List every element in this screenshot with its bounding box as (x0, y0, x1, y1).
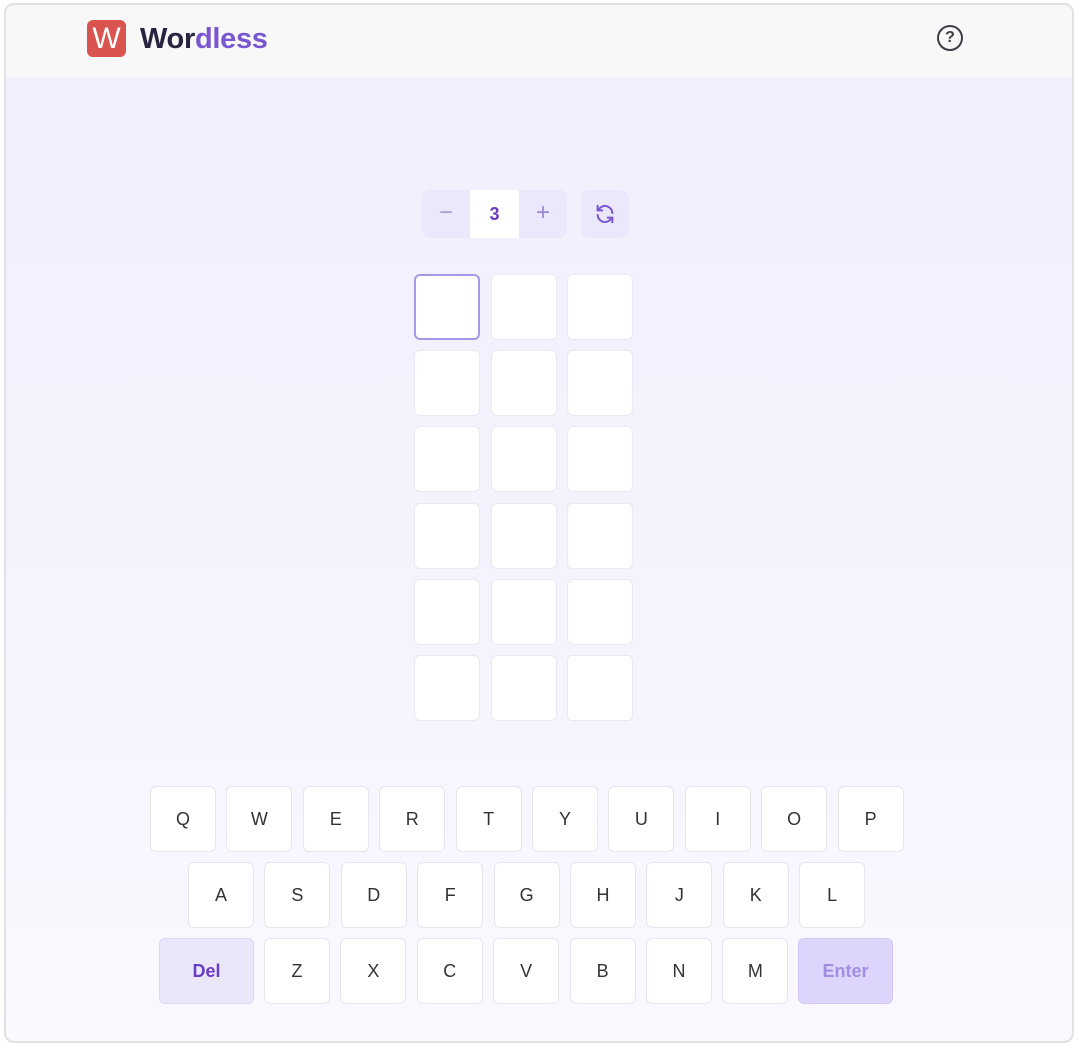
enter-key[interactable]: Enter (798, 938, 893, 1004)
key-o[interactable]: O (761, 786, 828, 852)
key-a[interactable]: A (188, 862, 254, 928)
board-tile[interactable] (414, 350, 480, 417)
decrease-length-button[interactable]: − (422, 190, 470, 238)
key-d[interactable]: D (340, 862, 407, 928)
board-tile[interactable] (414, 502, 480, 569)
app-title-part2: dless (194, 23, 268, 55)
key-t[interactable]: T (455, 786, 522, 852)
board-tile[interactable] (490, 426, 557, 493)
key-g[interactable]: G (493, 862, 560, 928)
board-tile[interactable] (490, 655, 557, 721)
key-e[interactable]: E (302, 786, 369, 852)
board-tile[interactable] (414, 274, 480, 340)
key-l[interactable]: L (799, 862, 866, 928)
reset-button[interactable] (581, 190, 629, 238)
board-tile[interactable] (567, 655, 633, 721)
board-tile[interactable] (490, 274, 557, 340)
word-length-stepper: − 3 + (422, 190, 567, 238)
app-title: Wordless (140, 20, 268, 58)
board-tile[interactable] (414, 578, 480, 645)
key-m[interactable]: M (722, 938, 789, 1004)
board-tile[interactable] (567, 274, 633, 340)
increase-length-button[interactable]: + (519, 190, 567, 238)
header: W Wordless ? (6, 5, 1072, 77)
question-circle-icon: ? (945, 29, 955, 46)
board-tile[interactable] (414, 655, 480, 721)
help-button[interactable]: ? (937, 25, 963, 51)
key-k[interactable]: K (722, 862, 789, 928)
board-tile[interactable] (567, 502, 633, 569)
key-j[interactable]: J (646, 862, 713, 928)
key-q[interactable]: Q (150, 786, 216, 852)
key-p[interactable]: P (837, 786, 904, 852)
board-tile[interactable] (567, 350, 633, 417)
board-tile[interactable] (490, 350, 557, 417)
delete-key[interactable]: Del (159, 938, 254, 1004)
key-f[interactable]: F (417, 862, 484, 928)
logo-icon: W (87, 20, 126, 57)
key-s[interactable]: S (264, 862, 331, 928)
board-tile[interactable] (567, 426, 633, 493)
board-tile[interactable] (490, 502, 557, 569)
key-n[interactable]: N (646, 938, 712, 1004)
app-title-part1: Wor (140, 23, 195, 55)
board-tile[interactable] (414, 426, 480, 493)
key-h[interactable]: H (570, 862, 636, 928)
key-u[interactable]: U (608, 786, 675, 852)
key-b[interactable]: B (569, 938, 636, 1004)
refresh-icon (596, 204, 614, 224)
board-tile[interactable] (490, 578, 557, 645)
key-w[interactable]: W (226, 786, 293, 852)
key-y[interactable]: Y (532, 786, 598, 852)
word-length-value: 3 (470, 190, 519, 238)
key-v[interactable]: V (493, 938, 560, 1004)
app-window: W Wordless ? − 3 + Q W E R T Y U I O P A S D F G H J K L De… (4, 3, 1074, 1043)
key-r[interactable]: R (379, 786, 446, 852)
key-x[interactable]: X (340, 938, 407, 1004)
key-c[interactable]: C (416, 938, 483, 1004)
key-z[interactable]: Z (264, 938, 330, 1004)
board-tile[interactable] (567, 578, 633, 645)
key-i[interactable]: I (684, 786, 751, 852)
